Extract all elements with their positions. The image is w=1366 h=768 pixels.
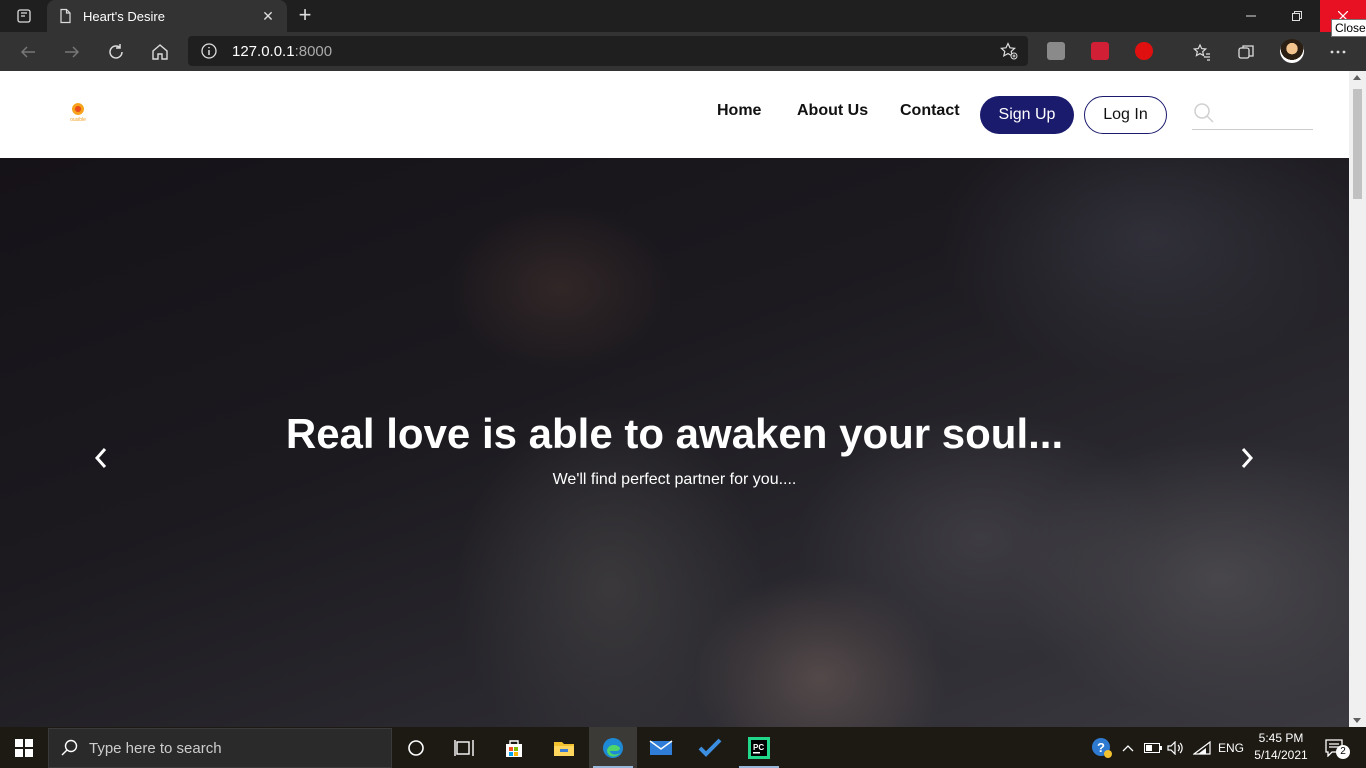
address-host: 127.0.0.1 <box>232 42 295 60</box>
close-tooltip: Close <box>1331 19 1366 37</box>
carousel-next-icon[interactable] <box>1236 447 1258 469</box>
site-navbar: ousible Home About Us Contact Sign Up Lo… <box>0 71 1349 158</box>
page-viewport: ousible Home About Us Contact Sign Up Lo… <box>0 71 1366 727</box>
file-explorer-icon[interactable] <box>540 727 588 768</box>
search-icon <box>61 739 79 757</box>
site-logo[interactable]: ousible <box>64 101 92 127</box>
log-in-button[interactable]: Log In <box>1084 96 1167 134</box>
home-icon[interactable] <box>148 40 172 64</box>
search-icon[interactable] <box>1192 101 1216 125</box>
back-arrow-icon[interactable] <box>16 40 40 64</box>
extension-icon-2[interactable] <box>1091 42 1109 60</box>
profile-avatar[interactable] <box>1280 39 1304 63</box>
edge-browser-icon[interactable] <box>589 727 637 768</box>
hero-title: Real love is able to awaken your soul... <box>285 410 1064 457</box>
logo-text: ousible <box>70 117 86 123</box>
mail-icon[interactable] <box>637 727 685 768</box>
sign-up-button[interactable]: Sign Up <box>980 96 1074 134</box>
browser-tab[interactable]: Heart's Desire ✕ <box>47 0 287 32</box>
taskbar-search-placeholder: Type here to search <box>89 739 222 757</box>
site-search <box>1192 99 1313 130</box>
volume-icon[interactable] <box>1166 727 1186 768</box>
pycharm-icon[interactable]: PC <box>735 727 783 768</box>
add-favorite-icon[interactable] <box>1000 42 1018 60</box>
scroll-up-icon[interactable] <box>1353 75 1361 80</box>
browser-titlebar: Heart's Desire ✕ + Close <box>0 0 1366 37</box>
taskbar-search-box[interactable]: Type here to search <box>48 728 392 768</box>
minimize-button[interactable] <box>1228 0 1274 32</box>
more-options-icon[interactable] <box>1326 40 1350 64</box>
help-icon[interactable]: ? <box>1090 727 1114 768</box>
clock-date: 5/14/2021 <box>1254 748 1308 762</box>
restore-button[interactable] <box>1274 0 1320 32</box>
close-tab-icon[interactable]: ✕ <box>259 7 277 25</box>
start-button[interactable] <box>0 727 48 768</box>
language-indicator[interactable]: ENG <box>1216 727 1246 768</box>
notification-count-badge: 2 <box>1336 745 1350 759</box>
show-hidden-icons-chevron-icon[interactable] <box>1118 727 1138 768</box>
scroll-down-icon[interactable] <box>1353 718 1361 723</box>
site-info-icon[interactable] <box>200 42 218 60</box>
page-icon <box>57 8 73 24</box>
favorites-icon[interactable] <box>1190 40 1214 64</box>
nav-contact-link[interactable]: Contact <box>900 102 960 120</box>
svg-text:PC: PC <box>753 743 764 752</box>
refresh-icon[interactable] <box>104 40 128 64</box>
nav-about-link[interactable]: About Us <box>797 102 868 120</box>
hero-carousel: Real love is able to awaken your soul...… <box>0 158 1349 727</box>
new-tab-button[interactable]: + <box>294 4 316 26</box>
tab-title: Heart's Desire <box>83 8 165 24</box>
search-input[interactable] <box>1222 103 1310 125</box>
extension-icon-1[interactable] <box>1047 42 1065 60</box>
forward-arrow-icon[interactable] <box>60 40 84 64</box>
nav-home-link[interactable]: Home <box>717 102 761 120</box>
extension-icon-3[interactable] <box>1135 42 1153 60</box>
page-scrollbar[interactable] <box>1349 71 1366 727</box>
hero-subtitle: We'll find perfect partner for you.... <box>552 471 797 488</box>
collections-icon[interactable] <box>1234 40 1258 64</box>
store-icon[interactable] <box>490 727 538 768</box>
task-view-icon[interactable] <box>440 727 488 768</box>
wifi-icon[interactable] <box>1191 727 1213 768</box>
windows-taskbar: Type here to search PC ? ENG 5:45 PM 5/1… <box>0 727 1366 768</box>
tab-actions-icon[interactable] <box>10 6 38 26</box>
clock-time: 5:45 PM <box>1258 731 1304 745</box>
browser-toolbar: 127.0.0.1 :8000 <box>0 32 1366 71</box>
address-bar[interactable]: 127.0.0.1 :8000 <box>188 36 1028 66</box>
cortana-icon[interactable] <box>392 727 440 768</box>
logo-mark-icon <box>72 103 84 115</box>
scrollbar-thumb[interactable] <box>1353 89 1362 199</box>
system-clock[interactable]: 5:45 PM 5/14/2021 <box>1248 730 1314 764</box>
todo-icon[interactable] <box>686 727 734 768</box>
address-port: :8000 <box>294 42 333 60</box>
svg-text:?: ? <box>1097 740 1105 755</box>
battery-icon[interactable] <box>1143 727 1163 768</box>
windows-logo-icon <box>15 738 33 757</box>
